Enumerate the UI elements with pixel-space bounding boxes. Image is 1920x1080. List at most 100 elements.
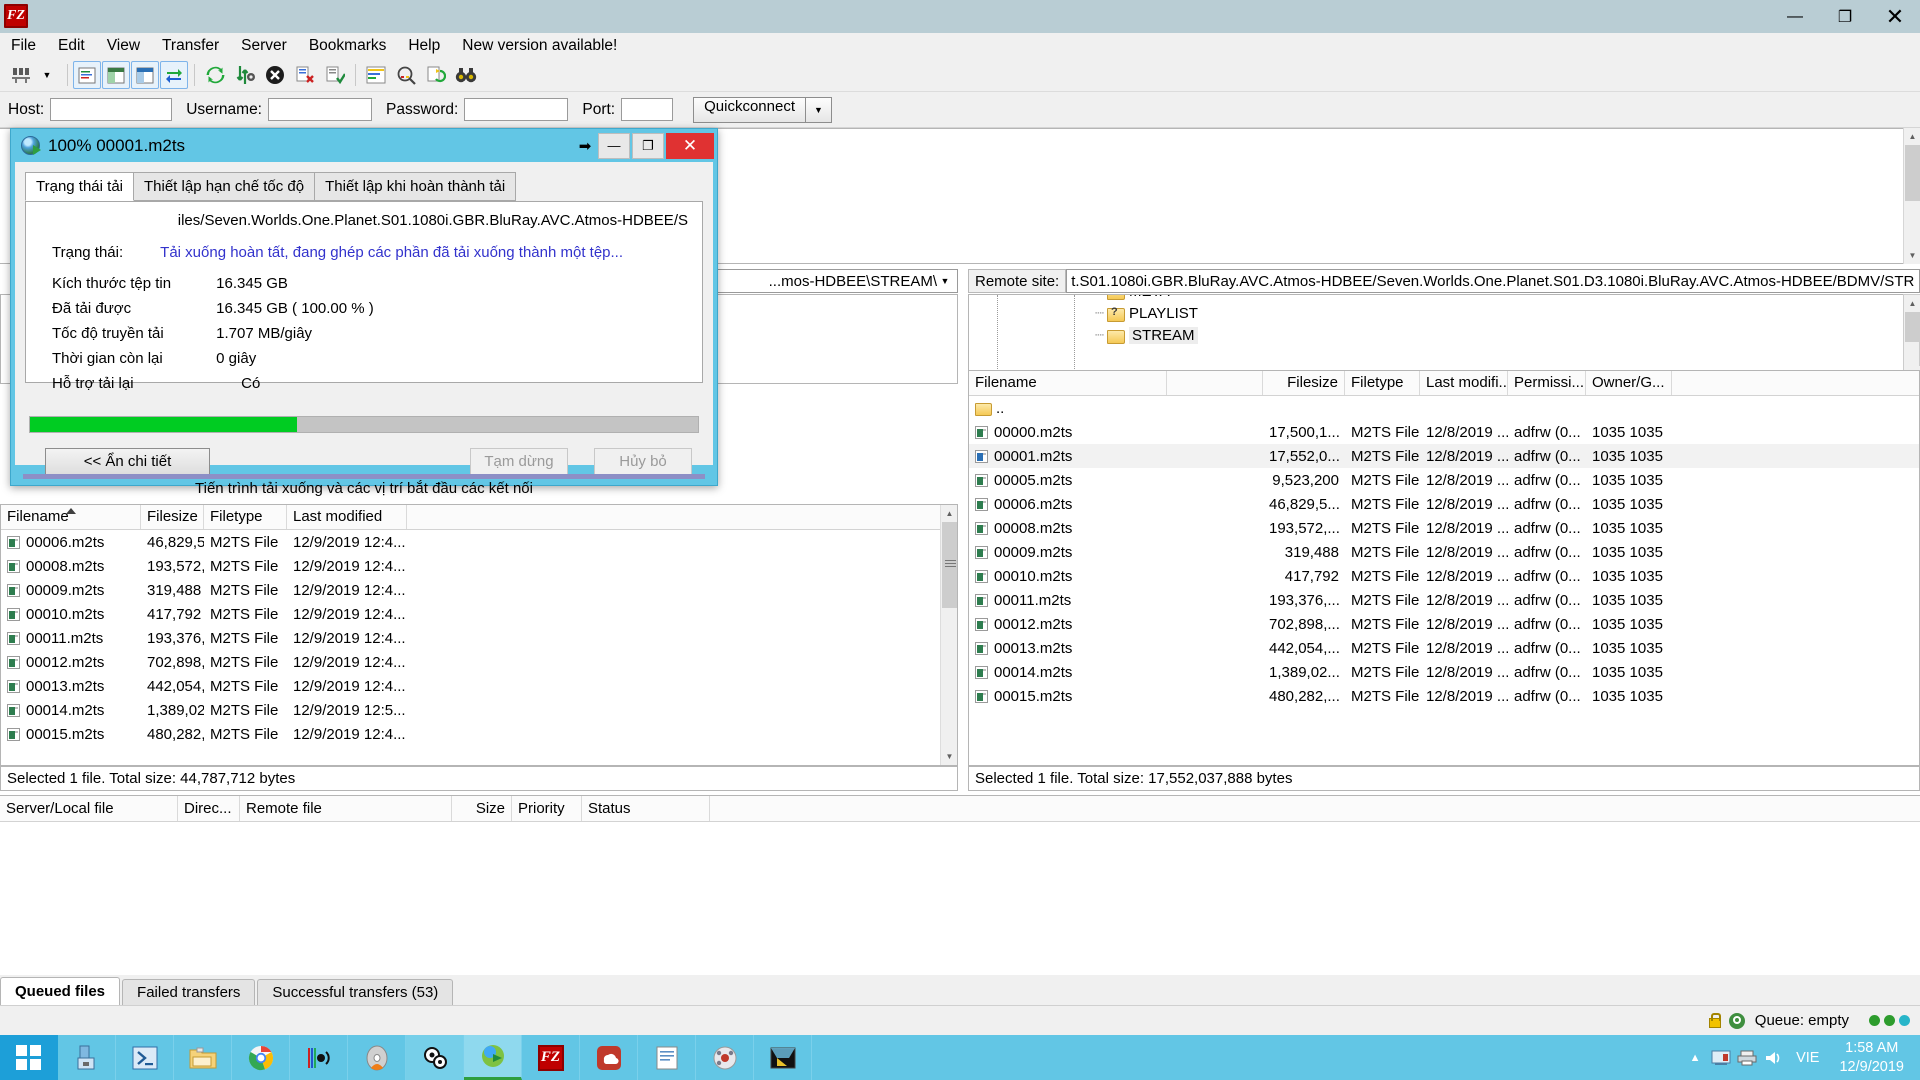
taskbar-audio-app-icon[interactable] xyxy=(290,1035,348,1080)
tray-monitor-icon[interactable] xyxy=(1708,1043,1734,1073)
menu-item-help[interactable]: Help xyxy=(397,34,451,58)
table-row[interactable]: 00015.m2ts 480,282,... M2TS File 12/9/2019 … xyxy=(1,722,957,746)
table-row[interactable]: 00011.m2ts 193,376,... M2TS File 12/9/2019 … xyxy=(1,626,957,650)
queue-column-server-local-file[interactable]: Server/Local file xyxy=(0,796,178,821)
taskbar-usb-tool-icon[interactable] xyxy=(58,1035,116,1080)
toggle-transfer-queue-icon[interactable] xyxy=(160,61,188,89)
tray-volume-icon[interactable] xyxy=(1760,1043,1786,1073)
window-maximize-button[interactable]: ❐ xyxy=(1820,0,1870,33)
column-header-filename-ext[interactable] xyxy=(1167,371,1263,395)
toggle-remote-tree-icon[interactable] xyxy=(131,61,159,89)
table-row[interactable]: 00000.m2ts 17,500,1... M2TS File 12/8/2019 … xyxy=(969,420,1919,444)
table-row[interactable]: 00009.m2ts 319,488 M2TS File 12/9/2019 12:4… xyxy=(1,578,957,602)
tray-printer-icon[interactable] xyxy=(1734,1043,1760,1073)
taskbar-cloud-app-icon[interactable] xyxy=(580,1035,638,1080)
pause-button[interactable]: Tạm dừng xyxy=(470,448,568,475)
table-row[interactable]: 00011.m2ts 193,376,... M2TS File 12/8/2019 … xyxy=(969,588,1919,612)
table-row[interactable]: 00005.m2ts 9,523,200 M2TS File 12/8/2019 ..… xyxy=(969,468,1919,492)
remote-parent-directory-row[interactable]: .. xyxy=(969,396,1919,420)
window-close-button[interactable]: ✕ xyxy=(1870,0,1920,33)
move-to-queue-icon[interactable]: ➡ xyxy=(572,137,598,155)
directory-comparison-binoculars-icon[interactable] xyxy=(451,61,481,89)
compare-directories-icon[interactable] xyxy=(421,61,451,89)
taskbar-disc-burner-icon[interactable] xyxy=(348,1035,406,1080)
table-row[interactable]: 00006.m2ts 46,829,5... M2TS File 12/9/2019 … xyxy=(1,530,957,554)
start-button[interactable] xyxy=(0,1035,58,1080)
table-row[interactable]: 00015.m2ts 480,282,... M2TS File 12/8/2019 … xyxy=(969,684,1919,708)
toggle-message-log-icon[interactable] xyxy=(73,61,101,89)
queue-column-direction[interactable]: Direc... xyxy=(178,796,240,821)
column-header-filename[interactable]: Filename xyxy=(969,371,1167,395)
tab-failed-transfers[interactable]: Failed transfers xyxy=(122,979,256,1005)
scroll-up-icon[interactable]: ▲ xyxy=(1904,128,1920,145)
remote-tree-node-playlist[interactable]: ┈ ? PLAYLIST xyxy=(1095,302,1198,324)
table-row[interactable]: 00009.m2ts 319,488 M2TS File 12/8/2019 ... a… xyxy=(969,540,1919,564)
column-header-permissions[interactable]: Permissi... xyxy=(1508,371,1586,395)
queue-column-size[interactable]: Size xyxy=(452,796,512,821)
table-row[interactable]: 00012.m2ts 702,898,... M2TS File 12/8/2019 … xyxy=(969,612,1919,636)
remote-site-combobox[interactable]: t.S01.1080i.GBR.BluRay.AVC.Atmos-HDBEE/S… xyxy=(1066,269,1920,293)
queue-column-status[interactable]: Status xyxy=(582,796,710,821)
site-manager-dropdown-icon[interactable]: ▼ xyxy=(32,61,62,89)
reconnect-icon[interactable] xyxy=(320,61,350,89)
remote-tree-node-meta[interactable]: ┈ ? META xyxy=(1095,295,1170,302)
column-header-filetype[interactable]: Filetype xyxy=(1345,371,1420,395)
taskbar-media-app-icon[interactable] xyxy=(696,1035,754,1080)
scroll-thumb[interactable] xyxy=(1905,145,1920,201)
filter-icon[interactable] xyxy=(361,61,391,89)
show-hidden-icons-icon[interactable]: ▲ xyxy=(1682,1043,1708,1073)
column-header-owner-group[interactable]: Owner/G... xyxy=(1586,371,1672,395)
queue-column-remote-file[interactable]: Remote file xyxy=(240,796,452,821)
taskbar-video-editor-icon[interactable] xyxy=(754,1035,812,1080)
taskbar-clock[interactable]: 1:58 AM 12/9/2019 xyxy=(1829,1039,1914,1075)
scroll-thumb[interactable] xyxy=(942,522,957,608)
table-row[interactable]: 00013.m2ts 442,054,... M2TS File 12/9/2019 … xyxy=(1,674,957,698)
username-input[interactable] xyxy=(268,98,372,121)
local-list-scrollbar[interactable]: ▲ ▼ xyxy=(940,505,957,765)
dialog-tab-download-status[interactable]: Trạng thái tải xyxy=(25,172,134,201)
tab-queued-files[interactable]: Queued files xyxy=(0,977,121,1005)
cancel-button[interactable]: Hủy bỏ xyxy=(594,448,692,475)
quickconnect-button[interactable]: Quickconnect xyxy=(693,96,806,123)
search-icon[interactable] xyxy=(391,61,421,89)
dialog-minimize-button[interactable]: — xyxy=(598,132,630,159)
menu-item-edit[interactable]: Edit xyxy=(47,34,96,58)
column-header-filesize[interactable]: Filesize xyxy=(1263,371,1345,395)
scroll-up-icon[interactable]: ▲ xyxy=(1904,295,1920,312)
column-header-filetype[interactable]: Filetype xyxy=(204,505,287,529)
scroll-down-icon[interactable]: ▼ xyxy=(941,748,957,765)
refresh-icon[interactable] xyxy=(200,61,230,89)
column-header-last-modified[interactable]: Last modifi... xyxy=(1420,371,1508,395)
download-progress-dialog[interactable]: 100% 00001.m2ts ➡ — ❐ ✕ Trạng thái tải T… xyxy=(10,128,718,497)
column-header-filename[interactable]: Filename xyxy=(1,505,141,529)
taskbar-powershell-icon[interactable] xyxy=(116,1035,174,1080)
password-input[interactable] xyxy=(464,98,569,121)
table-row[interactable]: 00014.m2ts 1,389,02... M2TS File 12/8/2019 … xyxy=(969,660,1919,684)
menu-item-bookmarks[interactable]: Bookmarks xyxy=(298,34,398,58)
tab-successful-transfers[interactable]: Successful transfers (53) xyxy=(257,979,454,1005)
table-row[interactable]: 00001.m2ts 17,552,0... M2TS File 12/8/2019 … xyxy=(969,444,1919,468)
transfer-queue-pane[interactable]: Server/Local file Direc... Remote file S… xyxy=(0,795,1920,975)
message-log-scrollbar[interactable]: ▲ ▼ xyxy=(1903,128,1920,264)
window-minimize-button[interactable]: — xyxy=(1770,0,1820,33)
taskbar-notepad-icon[interactable] xyxy=(638,1035,696,1080)
port-input[interactable] xyxy=(621,98,674,121)
menu-item-server[interactable]: Server xyxy=(230,34,298,58)
dialog-tab-speed-limiter[interactable]: Thiết lập hạn chế tốc độ xyxy=(133,172,316,201)
table-row[interactable]: 00010.m2ts 417,792 M2TS File 12/9/2019 12:4… xyxy=(1,602,957,626)
menu-item-new-version[interactable]: New version available! xyxy=(451,34,628,58)
table-row[interactable]: 00006.m2ts 46,829,5... M2TS File 12/8/2019 … xyxy=(969,492,1919,516)
cancel-operation-icon[interactable] xyxy=(260,61,290,89)
input-language-indicator[interactable]: VIE xyxy=(1786,1050,1829,1066)
menu-item-file[interactable]: File xyxy=(0,34,47,58)
column-header-last-modified[interactable]: Last modified xyxy=(287,505,407,529)
chevron-down-icon[interactable]: ▼ xyxy=(937,276,953,286)
queue-column-priority[interactable]: Priority xyxy=(512,796,582,821)
taskbar-settings-icon[interactable] xyxy=(406,1035,464,1080)
taskbar-filezilla-icon[interactable]: FZ xyxy=(522,1035,580,1080)
table-row[interactable]: 00008.m2ts 193,572,... M2TS File 12/8/2019 … xyxy=(969,516,1919,540)
taskbar-file-explorer-icon[interactable] xyxy=(174,1035,232,1080)
local-file-list[interactable]: Filename Filesize Filetype Last modified… xyxy=(0,504,958,766)
dialog-close-button[interactable]: ✕ xyxy=(666,132,714,159)
table-row[interactable]: 00012.m2ts 702,898,... M2TS File 12/9/2019 … xyxy=(1,650,957,674)
